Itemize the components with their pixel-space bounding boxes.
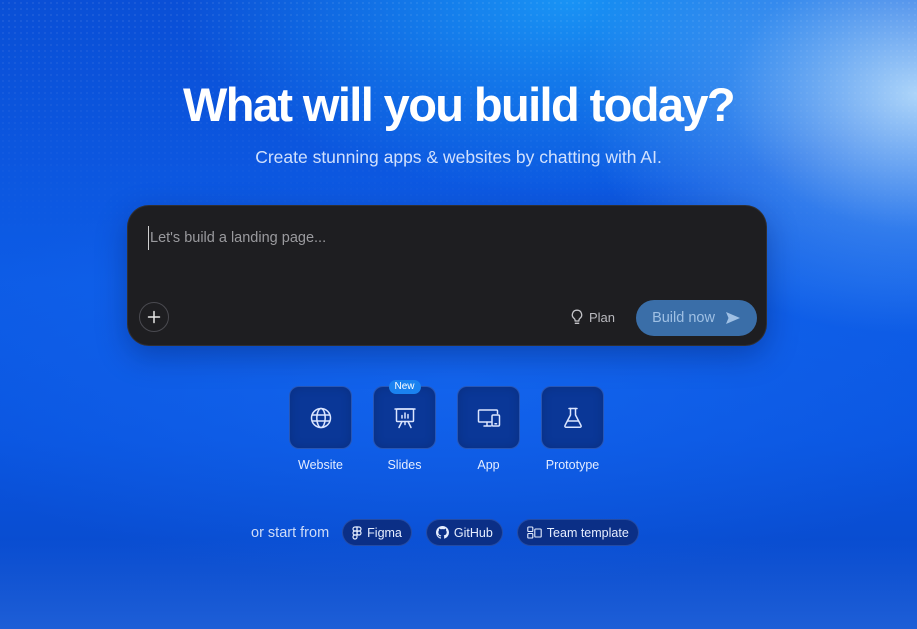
start-from-label: or start from	[251, 524, 330, 541]
chip-label: Figma	[367, 525, 402, 540]
project-type-app-box[interactable]	[457, 386, 520, 449]
page-subtitle: Create stunning apps & websites by chatt…	[255, 147, 662, 167]
prompt-input[interactable]	[148, 226, 750, 250]
lightbulb-icon	[570, 309, 584, 325]
start-from-team-template-button[interactable]: Team template	[516, 519, 639, 546]
devices-icon	[476, 406, 502, 430]
project-type-slides-box[interactable]: New	[373, 380, 436, 449]
plus-icon	[147, 310, 161, 324]
send-icon	[725, 311, 741, 325]
github-icon	[435, 526, 449, 539]
add-attachment-button[interactable]	[139, 302, 169, 332]
project-type-website[interactable]: Website	[289, 386, 352, 472]
plan-label: Plan	[589, 309, 616, 325]
figma-icon	[352, 525, 362, 540]
project-type-label: Slides	[387, 458, 422, 472]
build-now-button[interactable]: Build now	[636, 300, 757, 336]
build-now-label: Build now	[652, 310, 715, 326]
project-type-prototype[interactable]: Prototype	[541, 386, 604, 472]
project-type-prototype-box[interactable]	[541, 386, 604, 449]
flask-icon	[561, 406, 585, 430]
template-icon	[527, 526, 542, 539]
start-from-figma-button[interactable]: Figma	[342, 519, 412, 546]
project-type-label: Prototype	[545, 458, 600, 472]
prompt-card: Plan Build now	[127, 205, 767, 346]
project-type-label: Website	[298, 458, 343, 472]
project-type-label: App	[477, 458, 500, 472]
presentation-icon	[393, 406, 417, 430]
page-title: What will you build today?	[182, 78, 736, 131]
project-type-app[interactable]: App	[457, 386, 520, 472]
chip-label: GitHub	[453, 525, 493, 540]
project-type-slides[interactable]: New Slides	[373, 380, 436, 472]
project-type-options: Website New Slides App Prototype	[289, 380, 604, 472]
start-from-github-button[interactable]: GitHub	[425, 519, 503, 546]
globe-icon	[309, 406, 333, 430]
start-from-row: or start from Figma GitHub Team template	[251, 519, 653, 546]
project-type-website-box[interactable]	[289, 386, 352, 449]
chip-label: Team template	[546, 525, 629, 540]
plan-button[interactable]: Plan	[570, 306, 615, 328]
new-badge: New	[388, 380, 421, 394]
